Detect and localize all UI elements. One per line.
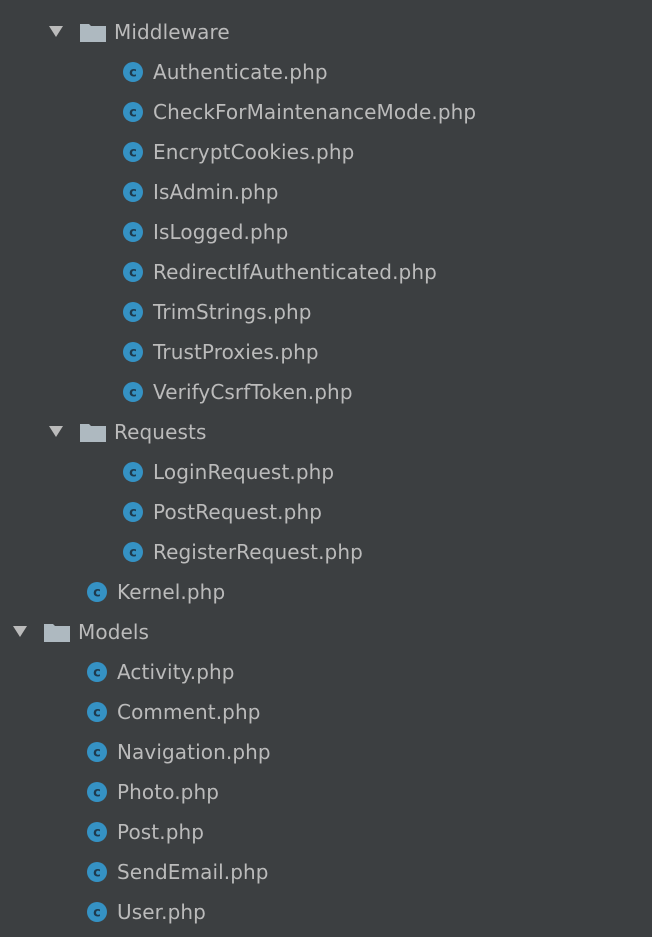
file-label: Comment.php (117, 700, 261, 724)
tree-file[interactable]: c Activity.php (0, 652, 652, 692)
tree-file[interactable]: c SendEmail.php (0, 852, 652, 892)
svg-text:c: c (93, 666, 101, 681)
php-class-icon: c (86, 701, 108, 723)
tree-file[interactable]: c TrimStrings.php (0, 292, 652, 332)
file-label: EncryptCookies.php (153, 140, 355, 164)
svg-text:c: c (129, 226, 137, 241)
tree-file[interactable]: c User.php (0, 892, 652, 932)
tree-folder-models[interactable]: Models (0, 612, 652, 652)
tree-file[interactable]: c RegisterRequest.php (0, 532, 652, 572)
svg-text:c: c (129, 186, 137, 201)
triangle-down-icon[interactable] (48, 424, 64, 440)
tree-file[interactable]: c EncryptCookies.php (0, 132, 652, 172)
svg-text:c: c (93, 906, 101, 921)
folder-label: Requests (114, 420, 207, 444)
svg-text:c: c (129, 66, 137, 81)
file-label: Navigation.php (117, 740, 271, 764)
php-class-icon: c (122, 221, 144, 243)
svg-text:c: c (93, 866, 101, 881)
tree-file[interactable]: c Post.php (0, 812, 652, 852)
tree-file[interactable]: c Photo.php (0, 772, 652, 812)
php-class-icon: c (86, 821, 108, 843)
tree-file[interactable]: c PostRequest.php (0, 492, 652, 532)
php-class-icon: c (86, 781, 108, 803)
php-class-icon: c (122, 341, 144, 363)
php-class-icon: c (122, 501, 144, 523)
folder-label: Middleware (114, 20, 230, 44)
tree-file[interactable]: c IsLogged.php (0, 212, 652, 252)
php-class-icon: c (122, 461, 144, 483)
php-class-icon: c (86, 861, 108, 883)
tree-file[interactable]: c IsAdmin.php (0, 172, 652, 212)
php-class-icon: c (122, 141, 144, 163)
php-class-icon: c (122, 541, 144, 563)
svg-text:c: c (129, 266, 137, 281)
triangle-down-icon[interactable] (12, 624, 28, 640)
folder-icon (44, 622, 70, 642)
project-tree: Middleware c Authenticate.php c CheckFor… (0, 12, 652, 932)
file-label: TrustProxies.php (153, 340, 319, 364)
svg-text:c: c (93, 826, 101, 841)
file-label: VerifyCsrfToken.php (153, 380, 353, 404)
tree-folder-middleware[interactable]: Middleware (0, 12, 652, 52)
svg-text:c: c (93, 786, 101, 801)
triangle-down-icon[interactable] (48, 24, 64, 40)
file-label: RegisterRequest.php (153, 540, 363, 564)
php-class-icon: c (86, 661, 108, 683)
folder-icon (80, 422, 106, 442)
tree-file[interactable]: c CheckForMaintenanceMode.php (0, 92, 652, 132)
file-label: RedirectIfAuthenticated.php (153, 260, 437, 284)
file-label: SendEmail.php (117, 860, 269, 884)
php-class-icon: c (122, 301, 144, 323)
php-class-icon: c (122, 181, 144, 203)
svg-text:c: c (93, 746, 101, 761)
file-label: Kernel.php (117, 580, 226, 604)
file-label: Photo.php (117, 780, 220, 804)
svg-text:c: c (93, 586, 101, 601)
file-label: PostRequest.php (153, 500, 323, 524)
tree-file[interactable]: c RedirectIfAuthenticated.php (0, 252, 652, 292)
file-label: IsLogged.php (153, 220, 289, 244)
tree-file[interactable]: c TrustProxies.php (0, 332, 652, 372)
php-class-icon: c (122, 101, 144, 123)
php-class-icon: c (122, 261, 144, 283)
tree-file[interactable]: c VerifyCsrfToken.php (0, 372, 652, 412)
file-label: LoginRequest.php (153, 460, 335, 484)
file-label: Post.php (117, 820, 205, 844)
php-class-icon: c (122, 61, 144, 83)
tree-file[interactable]: c Authenticate.php (0, 52, 652, 92)
php-class-icon: c (86, 741, 108, 763)
file-label: CheckForMaintenanceMode.php (153, 100, 477, 124)
svg-text:c: c (129, 546, 137, 561)
tree-file[interactable]: c Navigation.php (0, 732, 652, 772)
php-class-icon: c (86, 581, 108, 603)
svg-text:c: c (129, 146, 137, 161)
svg-text:c: c (129, 346, 137, 361)
svg-text:c: c (129, 386, 137, 401)
tree-file-kernel[interactable]: c Kernel.php (0, 572, 652, 612)
tree-folder-requests[interactable]: Requests (0, 412, 652, 452)
php-class-icon: c (122, 381, 144, 403)
svg-text:c: c (93, 706, 101, 721)
svg-text:c: c (129, 466, 137, 481)
file-label: IsAdmin.php (153, 180, 279, 204)
file-label: User.php (117, 900, 206, 924)
svg-text:c: c (129, 106, 137, 121)
svg-text:c: c (129, 306, 137, 321)
php-class-icon: c (86, 901, 108, 923)
file-label: Activity.php (117, 660, 235, 684)
svg-text:c: c (129, 506, 137, 521)
file-label: TrimStrings.php (153, 300, 312, 324)
tree-file[interactable]: c LoginRequest.php (0, 452, 652, 492)
tree-file[interactable]: c Comment.php (0, 692, 652, 732)
folder-label: Models (78, 620, 150, 644)
folder-icon (80, 22, 106, 42)
file-label: Authenticate.php (153, 60, 328, 84)
